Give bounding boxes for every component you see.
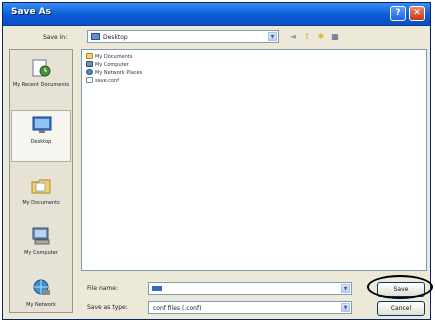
chevron-down-icon[interactable]: ▼ [268,32,277,41]
save-as-type-value: conf files (.conf) [153,305,202,312]
up-folder-icon[interactable]: ⇧ [302,32,312,42]
save-as-dialog: Save As ? ✕ Save in: Desktop ▼ ◄ ⇧ ✱ ▦ M… [2,2,431,320]
list-item-label: My Computer [95,62,129,68]
place-my-network[interactable]: My Network [11,274,71,326]
my-documents-icon [31,179,51,194]
list-item-label: My Documents [95,54,133,60]
list-item[interactable]: My Computer [86,61,129,69]
save-as-type-label: Save as type: [87,304,128,311]
save-in-dropdown[interactable]: Desktop ▼ [87,30,279,43]
place-label-my-computer: My Computer [24,250,58,256]
chevron-down-icon[interactable]: ▼ [341,303,350,312]
list-item[interactable]: My Network Places [86,69,142,77]
place-my-documents[interactable]: My Documents [11,172,71,224]
save-in-value: Desktop [103,34,128,41]
file-name-selection [152,286,162,291]
file-name-label: File name: [87,285,118,292]
place-label-recent: My Recent Documents [12,82,70,88]
new-folder-icon[interactable]: ✱ [316,32,326,42]
back-icon[interactable]: ◄ [288,32,298,42]
desktop-icon [32,116,52,133]
desktop-icon [91,33,100,40]
cancel-button[interactable]: Cancel [377,301,425,316]
chevron-down-icon[interactable]: ▼ [341,284,350,293]
list-item-label: My Network Places [95,70,143,76]
window-title: Save As [11,7,51,17]
my-computer-icon [32,227,50,245]
list-item[interactable]: save.conf [86,77,119,85]
my-network-icon [33,279,50,295]
place-recent[interactable]: My Recent Documents [11,54,71,106]
views-menu-icon[interactable]: ▦ [330,32,340,42]
computer-icon [86,61,93,67]
places-bar: My Recent Documents Desktop My Documents… [9,49,73,313]
place-label-desktop: Desktop [30,139,52,145]
folder-icon [86,53,93,59]
list-item-label: save.conf [95,78,120,84]
list-item[interactable]: My Documents [86,53,132,61]
file-list[interactable]: My Documents My Computer My Network Plac… [81,49,427,271]
place-my-computer[interactable]: My Computer [11,222,71,274]
title-bar[interactable]: Save As ? ✕ [3,3,430,26]
close-button[interactable]: ✕ [409,6,425,21]
save-highlight-circle [367,275,433,299]
file-name-field[interactable]: ▼ [148,282,352,295]
place-desktop[interactable]: Desktop [11,110,71,162]
place-label-my-documents: My Documents [22,200,60,206]
recent-documents-icon [32,59,51,77]
network-icon [86,69,93,75]
place-label-my-network: My Network [26,302,56,308]
save-in-label: Save in: [43,34,68,41]
file-icon [86,77,93,83]
help-button[interactable]: ? [390,6,406,21]
save-as-type-dropdown[interactable]: conf files (.conf) ▼ [148,301,352,314]
